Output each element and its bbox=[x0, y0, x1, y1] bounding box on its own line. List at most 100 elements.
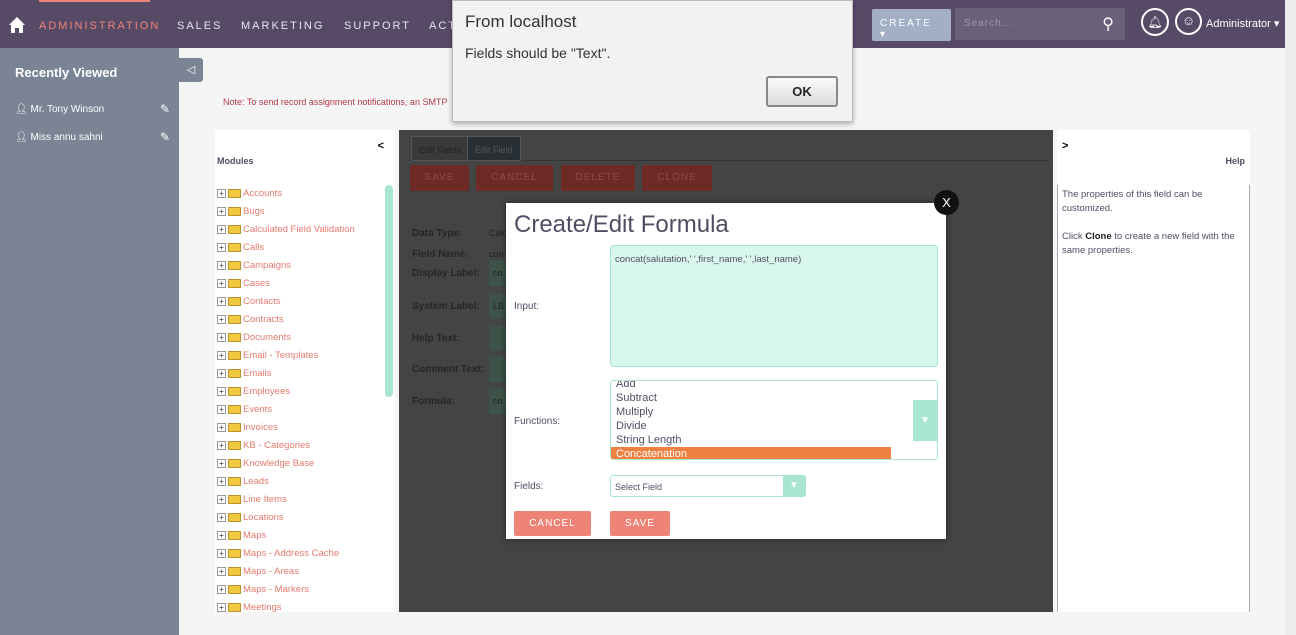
function-option[interactable]: Multiply bbox=[611, 405, 937, 419]
module-label[interactable]: Invoices bbox=[243, 422, 278, 433]
expand-icon[interactable]: + bbox=[217, 386, 226, 396]
module-label[interactable]: Bugs bbox=[243, 206, 265, 217]
expand-icon[interactable]: + bbox=[217, 566, 226, 576]
module-item[interactable]: + Email - Templates bbox=[217, 350, 318, 364]
function-option[interactable]: Add bbox=[611, 381, 937, 391]
module-item[interactable]: + Calls bbox=[217, 242, 264, 256]
expand-icon[interactable]: + bbox=[217, 314, 226, 324]
module-label[interactable]: Contacts bbox=[243, 296, 281, 307]
clone-button[interactable]: CLONE bbox=[642, 165, 712, 191]
expand-icon[interactable]: + bbox=[217, 242, 226, 252]
collapse-sidebar-button[interactable]: ◁ bbox=[179, 58, 203, 82]
expand-icon[interactable]: + bbox=[217, 602, 226, 612]
expand-icon[interactable]: + bbox=[217, 260, 226, 270]
expand-icon[interactable]: + bbox=[217, 350, 226, 360]
cancel-button[interactable]: CANCEL bbox=[476, 165, 553, 191]
module-label[interactable]: Knowledge Base bbox=[243, 458, 314, 469]
module-label[interactable]: Accounts bbox=[243, 188, 282, 199]
module-label[interactable]: Line Items bbox=[243, 494, 287, 505]
module-item[interactable]: + Contacts bbox=[217, 296, 281, 310]
nav-support[interactable]: SUPPORT bbox=[344, 20, 411, 32]
user-avatar-icon[interactable]: ☺ bbox=[1175, 8, 1202, 35]
module-item[interactable]: + Campaigns bbox=[217, 260, 291, 274]
function-option[interactable]: Divide bbox=[611, 419, 937, 433]
module-label[interactable]: Leads bbox=[243, 476, 269, 487]
expand-icon[interactable]: + bbox=[217, 188, 226, 198]
expand-icon[interactable]: + bbox=[217, 494, 226, 504]
module-label[interactable]: Email - Templates bbox=[243, 350, 318, 361]
module-label[interactable]: Meetings bbox=[243, 602, 282, 612]
nav-sales[interactable]: SALES bbox=[177, 20, 222, 32]
close-dialog-button[interactable]: X bbox=[934, 190, 959, 215]
functions-list[interactable]: Add Subtract Multiply Divide String Leng… bbox=[610, 380, 938, 460]
module-item[interactable]: + KB - Categories bbox=[217, 440, 310, 454]
module-item[interactable]: + Accounts bbox=[217, 188, 282, 202]
module-label[interactable]: Emails bbox=[243, 368, 272, 379]
expand-icon[interactable]: + bbox=[217, 584, 226, 594]
module-item[interactable]: + Line Items bbox=[217, 494, 287, 508]
module-label[interactable]: Maps - Areas bbox=[243, 566, 299, 577]
delete-button[interactable]: DELETE bbox=[561, 165, 635, 191]
fields-select[interactable]: Select Field ▼ bbox=[610, 475, 806, 497]
module-label[interactable]: Events bbox=[243, 404, 272, 415]
module-item[interactable]: + Locations bbox=[217, 512, 284, 526]
module-item[interactable]: + Calculated Field Validation bbox=[217, 224, 355, 238]
module-item[interactable]: + Maps - Markers bbox=[217, 584, 309, 598]
module-item[interactable]: + Maps bbox=[217, 530, 266, 544]
module-label[interactable]: Calculated Field Validation bbox=[243, 224, 355, 235]
create-button[interactable]: CREATE ▾ bbox=[872, 9, 951, 41]
module-item[interactable]: + Knowledge Base bbox=[217, 458, 314, 472]
tab-edit-fields[interactable]: Edit Fields bbox=[411, 136, 470, 161]
nav-administration[interactable]: ADMINISTRATION bbox=[39, 20, 160, 32]
recent-item[interactable]: 👤︎ Miss annu sahni ✎ bbox=[15, 130, 170, 144]
module-item[interactable]: + Invoices bbox=[217, 422, 278, 436]
recent-item[interactable]: 👤︎ Mr. Tony Winson ✎ bbox=[15, 102, 170, 116]
dialog-cancel-button[interactable]: CANCEL bbox=[514, 511, 591, 536]
edit-pencil-icon[interactable]: ✎ bbox=[160, 102, 170, 116]
module-item[interactable]: + Events bbox=[217, 404, 272, 418]
module-item[interactable]: + Employees bbox=[217, 386, 290, 400]
module-label[interactable]: Campaigns bbox=[243, 260, 291, 271]
function-option-selected[interactable]: Concatenation bbox=[611, 447, 891, 459]
module-item[interactable]: + Documents bbox=[217, 332, 291, 346]
module-label[interactable]: Contracts bbox=[243, 314, 284, 325]
module-label[interactable]: Maps bbox=[243, 530, 266, 541]
home-icon[interactable] bbox=[8, 16, 26, 34]
module-label[interactable]: Documents bbox=[243, 332, 291, 343]
expand-icon[interactable]: + bbox=[217, 224, 226, 234]
dialog-save-button[interactable]: SAVE bbox=[610, 511, 670, 536]
expand-icon[interactable]: + bbox=[217, 530, 226, 540]
expand-help-button[interactable]: > bbox=[1062, 140, 1068, 152]
module-item[interactable]: + Leads bbox=[217, 476, 269, 490]
expand-icon[interactable]: + bbox=[217, 512, 226, 522]
module-label[interactable]: KB - Categories bbox=[243, 440, 310, 451]
page-scrollbar[interactable] bbox=[1285, 0, 1296, 635]
module-item[interactable]: + Bugs bbox=[217, 206, 265, 220]
user-menu[interactable]: Administrator ▾ bbox=[1206, 17, 1279, 30]
notification-bell-icon[interactable]: 🔔︎ bbox=[1141, 8, 1169, 36]
function-option[interactable]: Subtract bbox=[611, 391, 937, 405]
expand-icon[interactable]: + bbox=[217, 404, 226, 414]
expand-icon[interactable]: + bbox=[217, 422, 226, 432]
chevron-down-icon[interactable]: ▼ bbox=[913, 400, 937, 441]
module-label[interactable]: Locations bbox=[243, 512, 284, 523]
expand-icon[interactable]: + bbox=[217, 332, 226, 342]
formula-input[interactable]: concat(salutation,' ',first_name,' ',las… bbox=[610, 245, 938, 367]
module-label[interactable]: Calls bbox=[243, 242, 264, 253]
expand-icon[interactable]: + bbox=[217, 206, 226, 216]
expand-icon[interactable]: + bbox=[217, 440, 226, 450]
module-label[interactable]: Employees bbox=[243, 386, 290, 397]
alert-ok-button[interactable]: OK bbox=[766, 76, 838, 107]
expand-icon[interactable]: + bbox=[217, 368, 226, 378]
module-item[interactable]: + Maps - Address Cache bbox=[217, 548, 339, 562]
module-item[interactable]: + Emails bbox=[217, 368, 272, 382]
expand-icon[interactable]: + bbox=[217, 548, 226, 558]
tab-edit-field[interactable]: Edit Field bbox=[467, 136, 521, 161]
modules-scrollbar[interactable] bbox=[385, 185, 393, 397]
module-item[interactable]: + Cases bbox=[217, 278, 270, 292]
function-option[interactable]: String Length bbox=[611, 433, 937, 447]
search-input[interactable]: Search... ⚲ bbox=[955, 8, 1125, 40]
collapse-modules-button[interactable]: < bbox=[378, 140, 384, 152]
module-item[interactable]: + Meetings bbox=[217, 602, 282, 612]
expand-icon[interactable]: + bbox=[217, 296, 226, 306]
